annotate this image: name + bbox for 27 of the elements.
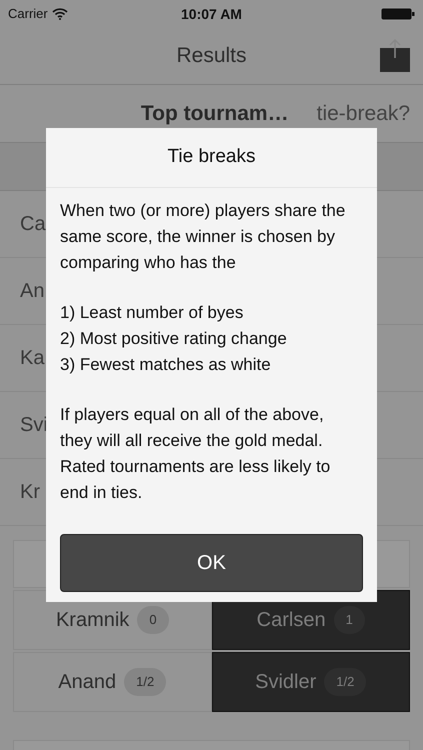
dialog-text: If players equal on all of the above, they will all receive the gold medal. Rated tournaments are less likely to end in ties. [60,404,332,504]
score-badge: 1/2 [324,668,366,696]
player-name: Svi [20,413,48,438]
player-name: An [20,279,44,304]
screen-title: Results [176,43,247,70]
player-name: Svidler [255,670,316,695]
dialog-text: 3) Fewest matches as white [60,354,272,376]
player-name: Ka [20,346,44,371]
player-name: Kramnik [56,608,130,633]
carrier-label: Carrier [8,5,48,24]
dialog-text: 2) Most positive rating change [60,328,288,350]
ok-button[interactable]: OK [60,534,363,592]
player-name: Carlsen [256,608,326,633]
dialog-title: Tie breaks [168,145,256,170]
dialog-text: 1) Least number of byes [60,302,244,324]
player-name: Ca [20,212,46,237]
status-time: 10:07 AM [181,4,242,24]
battery-icon [381,8,415,20]
score-badge: 0 [137,606,169,634]
share-icon[interactable] [380,38,410,72]
player-name: Anand [58,670,116,695]
tournament-name: Top tournam… [140,100,289,127]
player-name: Kr [20,480,40,505]
wifi-icon [52,8,68,20]
dialog-text: When two (or more) players share the same score, the winner is chosen by comparing who has the [60,200,346,274]
score-badge: 1/2 [124,668,166,696]
score-badge: 1 [334,606,365,634]
